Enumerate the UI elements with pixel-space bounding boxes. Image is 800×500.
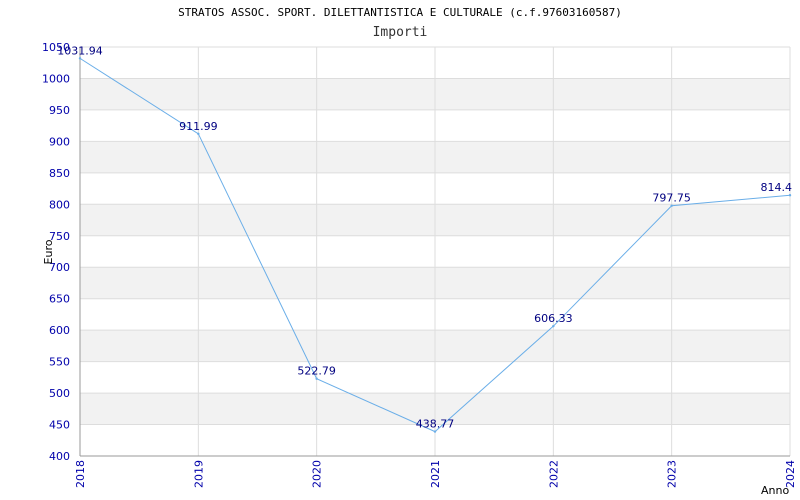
- y-tick-label: 850: [49, 167, 70, 180]
- data-point: [197, 132, 200, 136]
- x-tick-label: 2021: [429, 460, 442, 488]
- y-tick-label: 600: [49, 324, 70, 337]
- data-point: [788, 194, 792, 197]
- data-point: [433, 430, 437, 433]
- data-label: 814.4: [761, 181, 793, 194]
- data-label: 1031.94: [57, 44, 103, 57]
- data-point: [670, 204, 673, 207]
- y-tick-label: 900: [49, 135, 70, 148]
- data-label: 606.33: [534, 312, 573, 325]
- y-tick-label: 650: [49, 293, 70, 306]
- data-label: 797.75: [652, 192, 691, 205]
- data-label: 911.99: [179, 120, 218, 133]
- x-tick-label: 2019: [192, 460, 205, 488]
- data-label: 522.79: [297, 365, 336, 378]
- y-tick-label: 800: [49, 198, 70, 211]
- x-tick-label: 2023: [666, 460, 679, 488]
- x-axis-label: Anno: [761, 484, 789, 497]
- y-tick-label: 950: [49, 104, 70, 117]
- data-label: 438.77: [416, 418, 455, 431]
- y-axis-label: Euro: [42, 239, 55, 264]
- plot-area: 4004505005506006507007508008509009501000…: [42, 41, 797, 497]
- x-tick-label: 2020: [311, 460, 324, 488]
- x-tick-label: 2022: [547, 460, 560, 488]
- y-tick-label: 500: [49, 387, 70, 400]
- data-point: [315, 377, 318, 380]
- y-tick-label: 550: [49, 356, 70, 369]
- y-tick-label: 1000: [42, 72, 70, 85]
- y-tick-label: 400: [49, 450, 70, 463]
- data-point: [78, 57, 82, 60]
- chart: STRATOS ASSOC. SPORT. DILETTANTISTICA E …: [0, 0, 800, 500]
- y-tick-label: 450: [49, 419, 70, 432]
- data-point: [552, 324, 555, 328]
- x-tick-label: 2018: [74, 460, 87, 488]
